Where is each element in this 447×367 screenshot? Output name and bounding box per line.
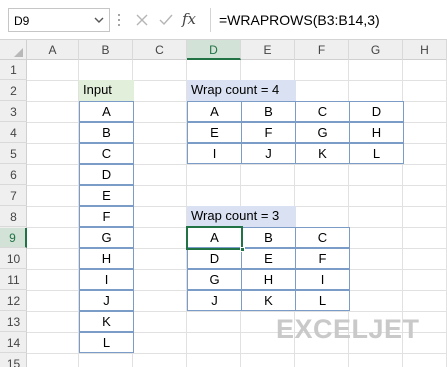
row-header-5[interactable]: 5 <box>0 144 27 164</box>
formula-bar-buttons: fx <box>126 8 206 32</box>
column-header-b[interactable]: B <box>79 40 133 60</box>
wrap3-cell[interactable]: D <box>187 248 242 269</box>
row-header-9[interactable]: 9 <box>0 228 27 248</box>
column-header-d[interactable]: D <box>187 40 241 60</box>
formula-bar-area: D9 fx =WRAPROWS(B3:B14,3) <box>0 0 447 40</box>
fx-icon[interactable]: fx <box>182 10 204 30</box>
wrap3-cell[interactable]: J <box>187 290 242 311</box>
wrap4-cell[interactable]: H <box>349 122 404 143</box>
input-cell[interactable]: H <box>79 248 134 269</box>
input-header[interactable]: Input <box>79 80 134 101</box>
row-headers: 1 2 3 4 5 6 7 8 9 10 11 12 13 14 15 <box>0 60 27 367</box>
column-header-f[interactable]: F <box>295 40 349 60</box>
input-cell[interactable]: F <box>79 206 134 227</box>
wrap4-cell[interactable]: C <box>295 101 350 122</box>
wrap3-cell[interactable]: I <box>295 269 350 290</box>
name-box-value: D9 <box>14 14 30 28</box>
row-header-12[interactable]: 12 <box>0 291 27 311</box>
column-header-g[interactable]: G <box>349 40 403 60</box>
row-header-3[interactable]: 3 <box>0 102 27 122</box>
wrap4-cell[interactable]: E <box>187 122 242 143</box>
wrap3-cell[interactable]: E <box>241 248 296 269</box>
name-box[interactable]: D9 <box>8 8 110 32</box>
wrap3-cell[interactable]: B <box>241 227 296 248</box>
row-header-7[interactable]: 7 <box>0 186 27 206</box>
row-header-8[interactable]: 8 <box>0 207 27 227</box>
wrap4-cell[interactable]: I <box>187 143 242 164</box>
select-all-corner[interactable] <box>0 40 27 60</box>
wrap4-cell[interactable]: F <box>241 122 296 143</box>
row-header-13[interactable]: 13 <box>0 312 27 332</box>
column-headers: ABCDEFGH <box>0 40 447 60</box>
wrap3-cell[interactable]: C <box>295 227 350 248</box>
wrap-count-3-header[interactable]: Wrap count = 3 <box>187 206 296 227</box>
input-cell[interactable]: K <box>79 311 134 332</box>
svg-text:EXCELJET: EXCELJET <box>276 314 420 344</box>
row-header-15[interactable]: 15 <box>0 354 27 367</box>
column-header-h[interactable]: H <box>403 40 447 60</box>
row-header-6[interactable]: 6 <box>0 165 27 185</box>
row-header-2[interactable]: 2 <box>0 81 27 101</box>
wrap3-cell[interactable]: A <box>187 227 242 248</box>
wrap4-cell[interactable]: B <box>241 101 296 122</box>
input-cell[interactable]: I <box>79 269 134 290</box>
input-cell[interactable]: L <box>79 332 134 353</box>
wrap4-cell[interactable]: K <box>295 143 350 164</box>
wrap3-cell[interactable]: K <box>241 290 296 311</box>
row-header-1[interactable]: 1 <box>0 60 27 80</box>
row-header-11[interactable]: 11 <box>0 270 27 290</box>
row-header-4[interactable]: 4 <box>0 123 27 143</box>
input-cell[interactable]: G <box>79 227 134 248</box>
input-cell[interactable]: A <box>79 101 134 122</box>
x-icon[interactable] <box>134 12 150 28</box>
formula-text: =WRAPROWS(B3:B14,3) <box>219 12 380 28</box>
input-cell[interactable]: C <box>79 143 134 164</box>
wrap3-cell[interactable]: F <box>295 248 350 269</box>
wrap4-cell[interactable]: L <box>349 143 404 164</box>
wrap4-cell[interactable]: G <box>295 122 350 143</box>
input-cell[interactable]: J <box>79 290 134 311</box>
input-cell[interactable]: E <box>79 185 134 206</box>
column-header-e[interactable]: E <box>241 40 295 60</box>
column-header-c[interactable]: C <box>133 40 187 60</box>
wrap3-cell[interactable]: L <box>295 290 350 311</box>
wrap-count-4-header[interactable]: Wrap count = 4 <box>187 80 296 101</box>
gridline-horizontal <box>27 353 447 354</box>
wrap4-cell[interactable]: J <box>241 143 296 164</box>
wrap4-cell[interactable]: D <box>349 101 404 122</box>
wrap3-cell[interactable]: H <box>241 269 296 290</box>
exceljet-logo: EXCELJET <box>274 310 442 346</box>
column-header-a[interactable]: A <box>27 40 79 60</box>
input-cell[interactable]: B <box>79 122 134 143</box>
row-header-10[interactable]: 10 <box>0 249 27 269</box>
formula-input[interactable]: =WRAPROWS(B3:B14,3) <box>210 8 442 32</box>
chevron-down-icon[interactable] <box>93 13 105 27</box>
checkmark-icon[interactable] <box>158 12 174 28</box>
wrap3-cell[interactable]: G <box>187 269 242 290</box>
formula-bar-splitter-icon[interactable] <box>116 10 122 30</box>
wrap4-cell[interactable]: A <box>187 101 242 122</box>
row-header-14[interactable]: 14 <box>0 333 27 353</box>
input-cell[interactable]: D <box>79 164 134 185</box>
